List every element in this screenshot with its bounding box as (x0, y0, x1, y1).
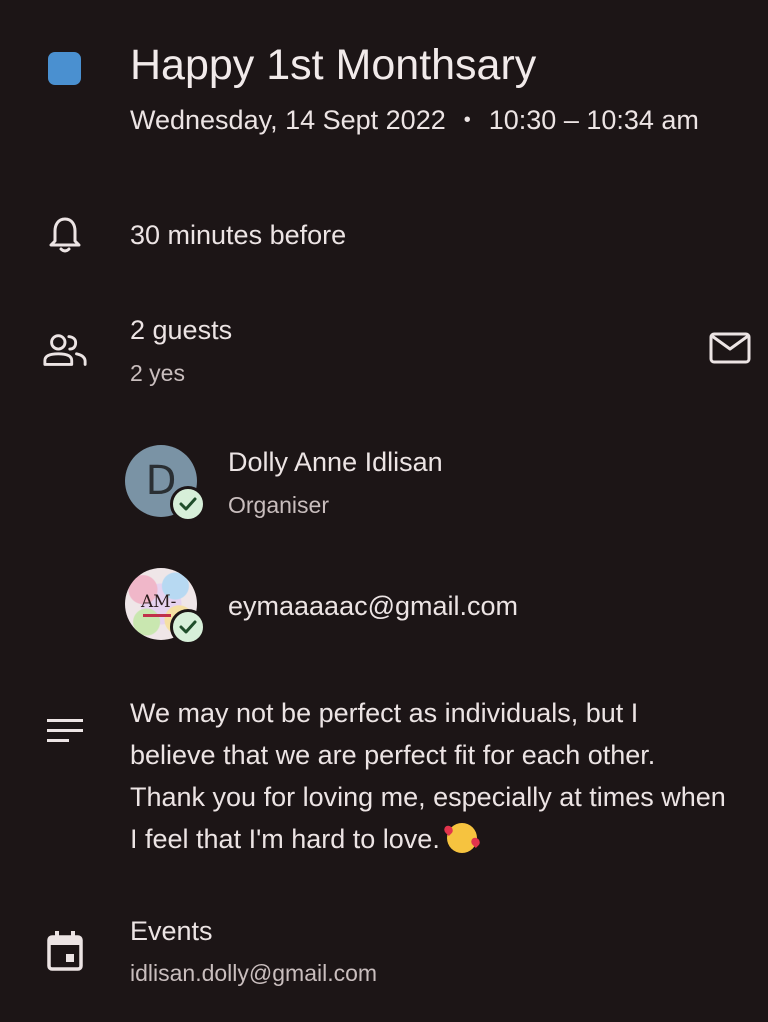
mail-icon[interactable] (708, 330, 754, 368)
separator-dot: • (463, 109, 471, 131)
event-datetime: Wednesday, 14 Sept 2022 • 10:30 – 10:34 am (130, 100, 699, 143)
bell-icon (42, 212, 88, 258)
event-description: We may not be perfect as individuals, bu… (130, 692, 730, 860)
calendar-account: idlisan.dolly@gmail.com (130, 960, 378, 986)
avatar-underline (143, 614, 171, 617)
event-time: 10:30 – 10:34 am (488, 105, 699, 135)
event-date: Wednesday, 14 Sept 2022 (130, 105, 446, 135)
guest-email[interactable]: eymaaaaac@gmail.com (228, 587, 518, 625)
reminder-text[interactable]: 30 minutes before (130, 216, 346, 254)
guest-count: 2 guests (130, 315, 233, 345)
event-color-chip (48, 52, 81, 85)
event-title: Happy 1st Monthsary (130, 41, 537, 89)
people-icon (42, 327, 88, 373)
avatar-text: AM- (141, 592, 177, 612)
accepted-check-icon (170, 609, 206, 645)
calendar-icon (42, 928, 88, 974)
description-text: We may not be perfect as individuals, bu… (130, 698, 726, 854)
guest-role: Organiser (228, 492, 329, 518)
guest-name[interactable]: Dolly Anne Idlisan (228, 443, 443, 481)
guest-response-summary: 2 yes (130, 360, 185, 386)
notes-icon (42, 708, 88, 754)
smiling-face-with-hearts-icon (447, 823, 478, 853)
accepted-check-icon (170, 486, 206, 522)
calendar-name: Events (130, 916, 213, 946)
